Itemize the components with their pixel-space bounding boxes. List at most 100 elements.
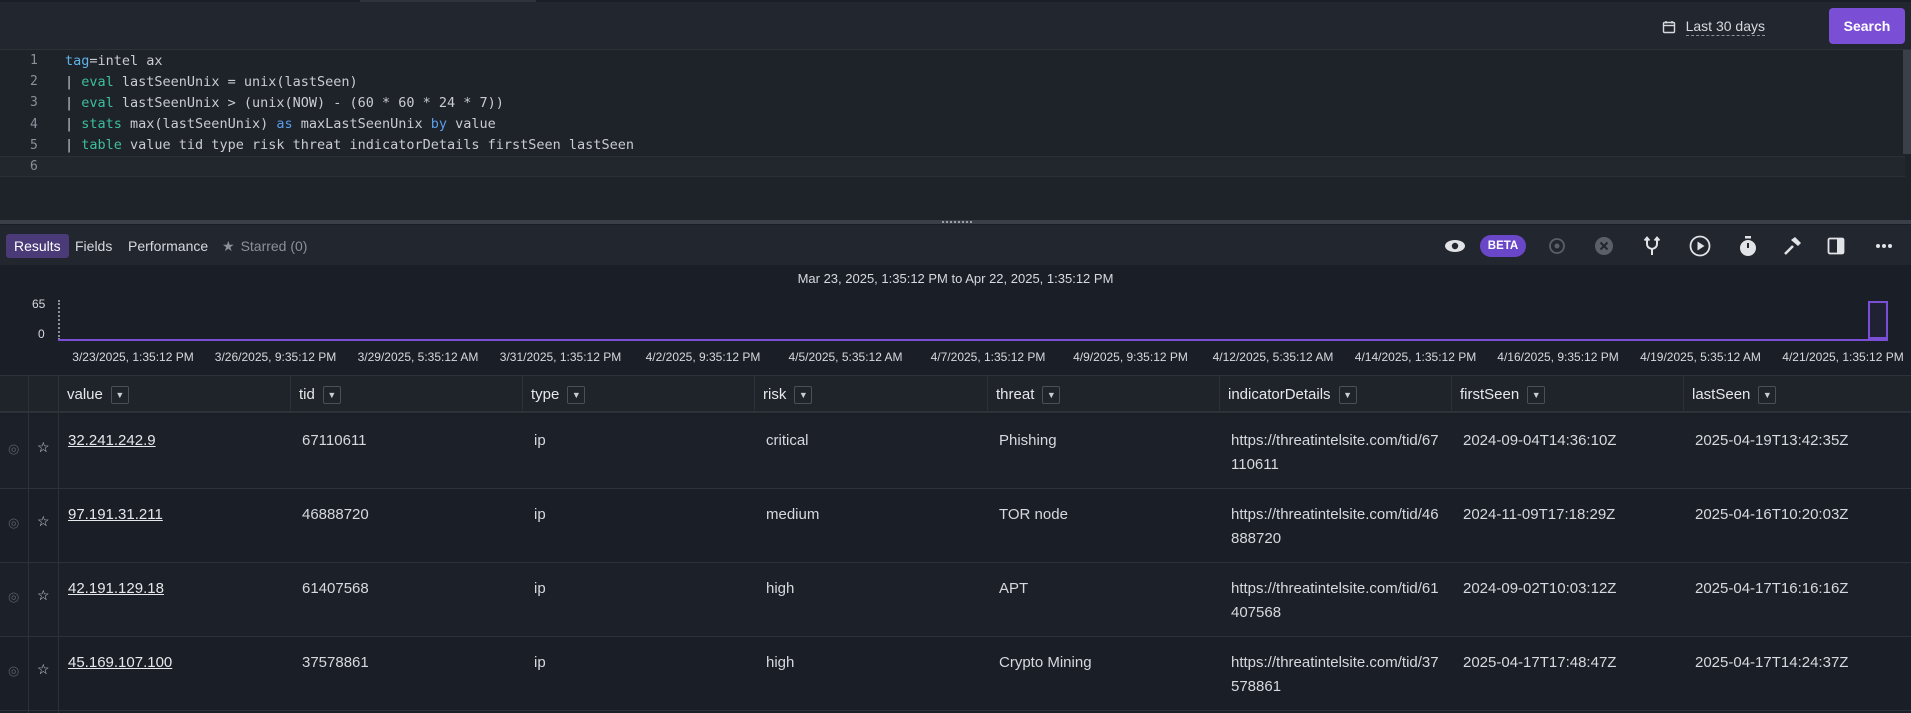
calendar-icon bbox=[1662, 21, 1675, 34]
code-line[interactable]: 4 | stats max(lastSeenUnix) as maxLastSee… bbox=[0, 114, 1905, 135]
search-button[interactable]: Search bbox=[1829, 8, 1905, 44]
star-icon[interactable]: ☆ bbox=[37, 513, 50, 530]
cell-value[interactable]: 32.241.242.9 bbox=[68, 429, 156, 453]
row-alert-icon[interactable]: ◎ bbox=[8, 663, 19, 679]
chevron-down-icon[interactable]: ▼ bbox=[567, 385, 586, 404]
cell-threat: TOR node bbox=[999, 506, 1068, 523]
cell-value[interactable]: 97.191.31.211 bbox=[68, 503, 163, 527]
splitter-grip-icon[interactable] bbox=[942, 221, 972, 224]
code-line[interactable]: 3 | eval lastSeenUnix > (unix(NOW) - (60 … bbox=[0, 92, 1905, 113]
fork-icon[interactable] bbox=[1640, 235, 1664, 257]
star-icon[interactable]: ☆ bbox=[37, 439, 50, 456]
chevron-down-icon[interactable]: ▼ bbox=[1338, 385, 1357, 404]
code-token: maxLastSeenUnix bbox=[292, 116, 431, 133]
x-axis-tick-label: 4/7/2025, 1:35:12 PM bbox=[930, 350, 1046, 364]
alert-icon bbox=[1545, 235, 1569, 257]
row-alert-icon[interactable]: ◎ bbox=[8, 589, 19, 605]
column-header-risk[interactable]: risk ▼ bbox=[754, 376, 813, 413]
code-line[interactable]: 2 | eval lastSeenUnix = unix(lastSeen) bbox=[0, 71, 1905, 92]
cell-lastSeen: 2025-04-17T14:24:37Z bbox=[1695, 654, 1849, 671]
column-header-label: firstSeen bbox=[1460, 386, 1520, 403]
star-icon[interactable]: ☆ bbox=[37, 661, 50, 678]
tab-starred[interactable]: ★ Starred (0) bbox=[214, 234, 315, 258]
cell-risk: high bbox=[766, 580, 795, 597]
table-row[interactable]: ◎ ☆ 45.169.107.100 37578861 ip high Crypto Min… bbox=[0, 637, 1911, 711]
query-editor[interactable]: 1 tag=intel ax 2 | eval lastSeenUnix = unix… bbox=[0, 50, 1911, 222]
cell-indicatorDetails: https://threatintelsite.com/tid/37578861 bbox=[1231, 654, 1439, 695]
cell-risk: high bbox=[766, 654, 795, 671]
table-row[interactable]: ◎ ☆ 97.191.31.211 46888720 ip medium TOR node h… bbox=[0, 489, 1911, 563]
eye-icon[interactable] bbox=[1443, 235, 1467, 257]
editor-scrollbar[interactable] bbox=[1903, 50, 1911, 154]
chevron-down-icon[interactable]: ▼ bbox=[322, 385, 341, 404]
y-axis-line bbox=[58, 300, 61, 340]
chevron-down-icon[interactable]: ▼ bbox=[1527, 385, 1546, 404]
column-header-label: type bbox=[531, 386, 560, 403]
cell-risk: medium bbox=[766, 506, 820, 523]
code-line[interactable]: 1 tag=intel ax bbox=[0, 50, 1905, 71]
code-keyword: as bbox=[276, 116, 293, 133]
play-icon[interactable] bbox=[1688, 235, 1712, 257]
column-header-label: value bbox=[67, 386, 103, 403]
column-header-type[interactable]: type ▼ bbox=[522, 376, 586, 413]
column-header-label: risk bbox=[763, 386, 787, 403]
column-header-threat[interactable]: threat ▼ bbox=[987, 376, 1061, 413]
cell-firstSeen: 2024-09-04T14:36:10Z bbox=[1463, 432, 1617, 449]
chevron-down-icon[interactable]: ▼ bbox=[794, 385, 813, 404]
column-header-indicatorDetails[interactable]: indicatorDetails ▼ bbox=[1219, 376, 1357, 413]
cell-value[interactable]: 45.169.107.100 bbox=[68, 651, 172, 675]
cell-lastSeen: 2025-04-16T10:20:03Z bbox=[1695, 506, 1849, 523]
sidebar-toggle-icon[interactable] bbox=[1824, 235, 1848, 257]
column-header-label: tid bbox=[299, 386, 315, 403]
row-alert-icon[interactable]: ◎ bbox=[8, 515, 19, 531]
beta-badge: BETA bbox=[1480, 235, 1526, 257]
tab-performance[interactable]: Performance bbox=[120, 234, 216, 258]
chevron-down-icon[interactable]: ▼ bbox=[1042, 385, 1061, 404]
cell-tid: 46888720 bbox=[302, 506, 369, 523]
column-header-firstSeen[interactable]: firstSeen ▼ bbox=[1451, 376, 1546, 413]
cell-firstSeen: 2024-09-02T10:03:12Z bbox=[1463, 580, 1617, 597]
line-number: 6 bbox=[30, 159, 38, 174]
stopwatch-icon[interactable] bbox=[1736, 235, 1760, 257]
hammer-icon[interactable] bbox=[1780, 235, 1804, 257]
chevron-down-icon[interactable]: ▼ bbox=[110, 385, 129, 404]
column-header-label: lastSeen bbox=[1692, 386, 1751, 403]
cell-tid: 37578861 bbox=[302, 654, 369, 671]
x-axis-tick-label: 4/19/2025, 5:35:12 AM bbox=[1640, 350, 1761, 364]
table-row[interactable]: ◎ ☆ 42.191.129.18 61407568 ip high APT https://… bbox=[0, 563, 1911, 637]
timeline-histogram[interactable]: Mar 23, 2025, 1:35:12 PM to Apr 22, 2025… bbox=[0, 265, 1911, 375]
column-header-label: indicatorDetails bbox=[1228, 386, 1331, 403]
code-token: | bbox=[65, 137, 82, 154]
code-line[interactable]: 6 bbox=[0, 156, 1905, 177]
results-toolbar: Results Fields Performance ★ Starred (0)… bbox=[0, 225, 1911, 265]
cell-type: ip bbox=[534, 432, 546, 449]
column-divider bbox=[28, 376, 29, 713]
histogram-bar[interactable] bbox=[1868, 301, 1888, 339]
x-axis-tick-label: 3/31/2025, 1:35:12 PM bbox=[499, 350, 622, 364]
time-range-picker[interactable]: Last 30 days bbox=[1662, 17, 1765, 37]
x-axis-tick-label: 4/9/2025, 9:35:12 PM bbox=[1073, 350, 1188, 364]
x-axis-tick-label: 4/14/2025, 1:35:12 PM bbox=[1354, 350, 1477, 364]
more-icon[interactable] bbox=[1872, 235, 1896, 257]
results-table: value ▼ tid ▼ type ▼ risk ▼ threat ▼ indicatorDeta… bbox=[0, 375, 1911, 713]
row-alert-icon[interactable]: ◎ bbox=[8, 441, 19, 457]
column-header-tid[interactable]: tid ▼ bbox=[290, 376, 341, 413]
top-bar: Last 30 days Search bbox=[0, 0, 1911, 50]
table-row[interactable]: ◎ ☆ 32.241.242.9 67110611 ip critical Phishing… bbox=[0, 415, 1911, 489]
line-number: 5 bbox=[30, 137, 38, 153]
chevron-down-icon[interactable]: ▼ bbox=[1758, 385, 1777, 404]
cell-value[interactable]: 42.191.129.18 bbox=[68, 577, 164, 601]
cell-tid: 67110611 bbox=[302, 432, 367, 449]
column-header-lastSeen[interactable]: lastSeen ▼ bbox=[1683, 376, 1777, 413]
code-token: lastSeenUnix > (unix(NOW) - (60 * 60 * 2… bbox=[113, 94, 504, 111]
tab-results[interactable]: Results bbox=[6, 234, 69, 258]
code-line[interactable]: 5 | table value tid type risk threat indi… bbox=[0, 135, 1905, 156]
star-icon[interactable]: ☆ bbox=[37, 587, 50, 604]
cell-indicatorDetails: https://threatintelsite.com/tid/61407568 bbox=[1231, 580, 1439, 621]
x-axis-tick-label: 3/26/2025, 9:35:12 PM bbox=[214, 350, 337, 364]
code-keyword: stats bbox=[81, 116, 122, 133]
column-header-value[interactable]: value ▼ bbox=[58, 376, 129, 413]
code-token: value tid type risk threat indicatorDeta… bbox=[121, 137, 634, 154]
cell-type: ip bbox=[534, 654, 546, 671]
tab-fields[interactable]: Fields bbox=[67, 234, 120, 258]
